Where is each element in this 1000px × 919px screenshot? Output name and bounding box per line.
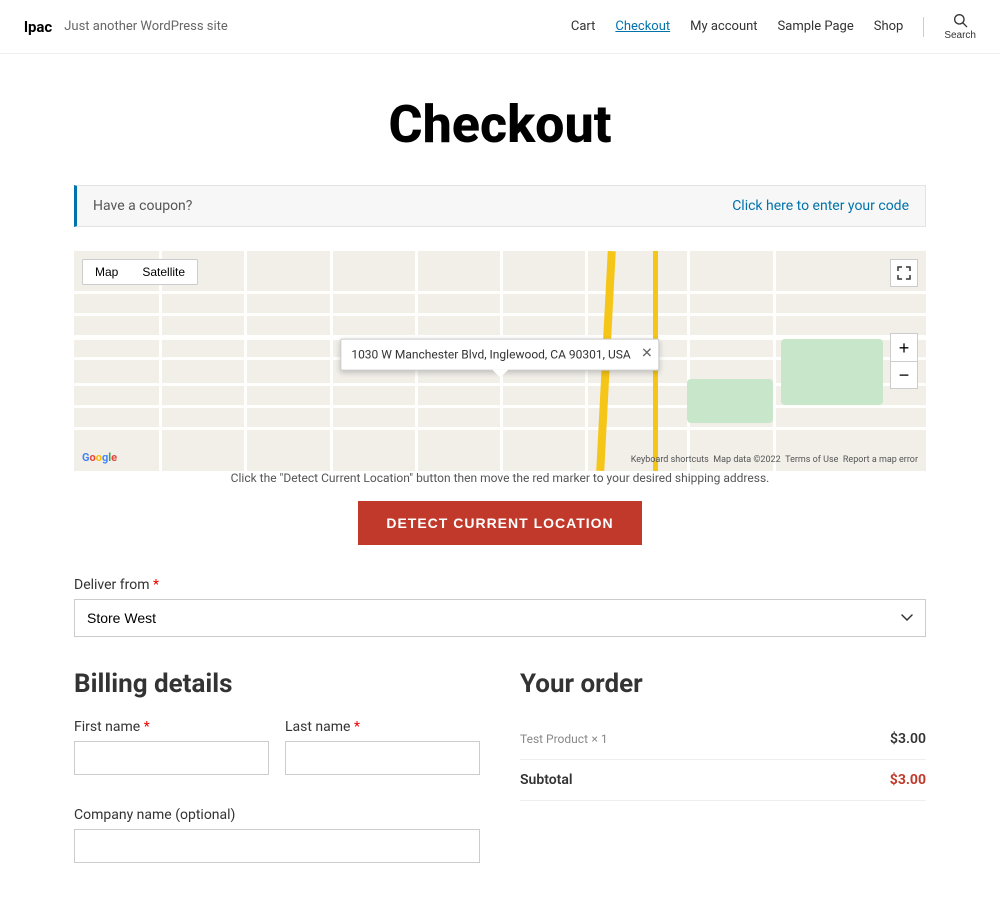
nav-cart[interactable]: Cart — [571, 19, 596, 34]
required-star: * — [153, 577, 159, 593]
company-input[interactable] — [74, 829, 480, 863]
coupon-link[interactable]: Click here to enter your code — [732, 198, 909, 214]
nav-my-account[interactable]: My account — [690, 19, 757, 34]
first-name-group: First name * — [74, 719, 269, 775]
nav-shop[interactable]: Shop — [874, 19, 904, 34]
order-title: Your order — [520, 669, 926, 699]
page-title: Checkout — [74, 54, 926, 185]
map-type-satellite[interactable]: Satellite — [130, 260, 197, 284]
search-icon — [952, 12, 968, 28]
billing-section: Billing details First name * Last name * — [74, 669, 480, 879]
main-nav: Cart Checkout My account Sample Page Sho… — [571, 12, 976, 41]
map-type-map[interactable]: Map — [83, 260, 130, 284]
popup-address-text: 1030 W Manchester Blvd, Inglewood, CA 90… — [351, 348, 630, 362]
popup-close[interactable]: ✕ — [641, 346, 653, 362]
order-subtotal-row: Subtotal $3.00 — [520, 760, 926, 801]
fullscreen-icon — [897, 266, 911, 280]
map-zoom-controls: + − — [890, 333, 918, 389]
site-tagline: Just another WordPress site — [64, 19, 228, 34]
deliver-from-section: Deliver from * Store West Store East Sto… — [74, 577, 926, 637]
search-label: Search — [944, 30, 976, 41]
order-subtotal-label: Subtotal — [520, 772, 573, 788]
last-name-group: Last name * — [285, 719, 480, 775]
coupon-text: Have a coupon? — [93, 198, 192, 214]
name-row: First name * Last name * — [74, 719, 480, 791]
map-zoom-out[interactable]: − — [890, 361, 918, 389]
deliver-from-label: Deliver from * — [74, 577, 926, 593]
map-attribution: Keyboard shortcuts Map data ©2022 Terms … — [631, 455, 918, 465]
map-data-text: Map data ©2022 Terms of Use Report a map… — [711, 455, 918, 465]
header-left: lpac Just another WordPress site — [24, 18, 228, 36]
nav-divider — [923, 17, 924, 37]
map-section: Map Satellite + − 1030 W Manchester Blvd… — [74, 251, 926, 485]
map-address-popup: 1030 W Manchester Blvd, Inglewood, CA 90… — [340, 339, 659, 371]
google-logo: Google — [82, 449, 117, 465]
detect-instruction: Click the "Detect Current Location" butt… — [74, 471, 926, 485]
nav-sample-page[interactable]: Sample Page — [778, 19, 854, 34]
last-name-label: Last name * — [285, 719, 480, 735]
order-product-row: Test Product × 1 $3.00 — [520, 719, 926, 760]
nav-checkout[interactable]: Checkout — [615, 19, 670, 34]
search-button[interactable]: Search — [944, 12, 976, 41]
map-container[interactable]: Map Satellite + − 1030 W Manchester Blvd… — [74, 251, 926, 471]
first-name-input[interactable] — [74, 741, 269, 775]
company-label: Company name (optional) — [74, 807, 480, 823]
map-type-bar: Map Satellite — [82, 259, 198, 285]
order-product-name: Test Product × 1 — [520, 731, 608, 747]
main-content: Checkout Have a coupon? Click here to en… — [50, 54, 950, 919]
store-select[interactable]: Store West Store East Store North — [74, 599, 926, 637]
billing-order-section: Billing details First name * Last name * — [74, 669, 926, 879]
order-subtotal-value: $3.00 — [890, 772, 926, 788]
map-zoom-in[interactable]: + — [890, 333, 918, 361]
site-header: lpac Just another WordPress site Cart Ch… — [0, 0, 1000, 54]
map-fullscreen-button[interactable] — [890, 259, 918, 287]
first-name-label: First name * — [74, 719, 269, 735]
detect-button-wrapper: DETECT CURRENT LOCATION — [74, 501, 926, 545]
site-title: lpac — [24, 18, 52, 36]
company-group: Company name (optional) — [74, 807, 480, 863]
detect-location-button[interactable]: DETECT CURRENT LOCATION — [358, 501, 641, 545]
keyboard-shortcuts[interactable]: Keyboard shortcuts — [631, 455, 709, 465]
coupon-bar: Have a coupon? Click here to enter your … — [74, 185, 926, 227]
last-name-input[interactable] — [285, 741, 480, 775]
order-product-price: $3.00 — [890, 731, 926, 747]
billing-title: Billing details — [74, 669, 480, 699]
order-section: Your order Test Product × 1 $3.00 Subtot… — [520, 669, 926, 879]
